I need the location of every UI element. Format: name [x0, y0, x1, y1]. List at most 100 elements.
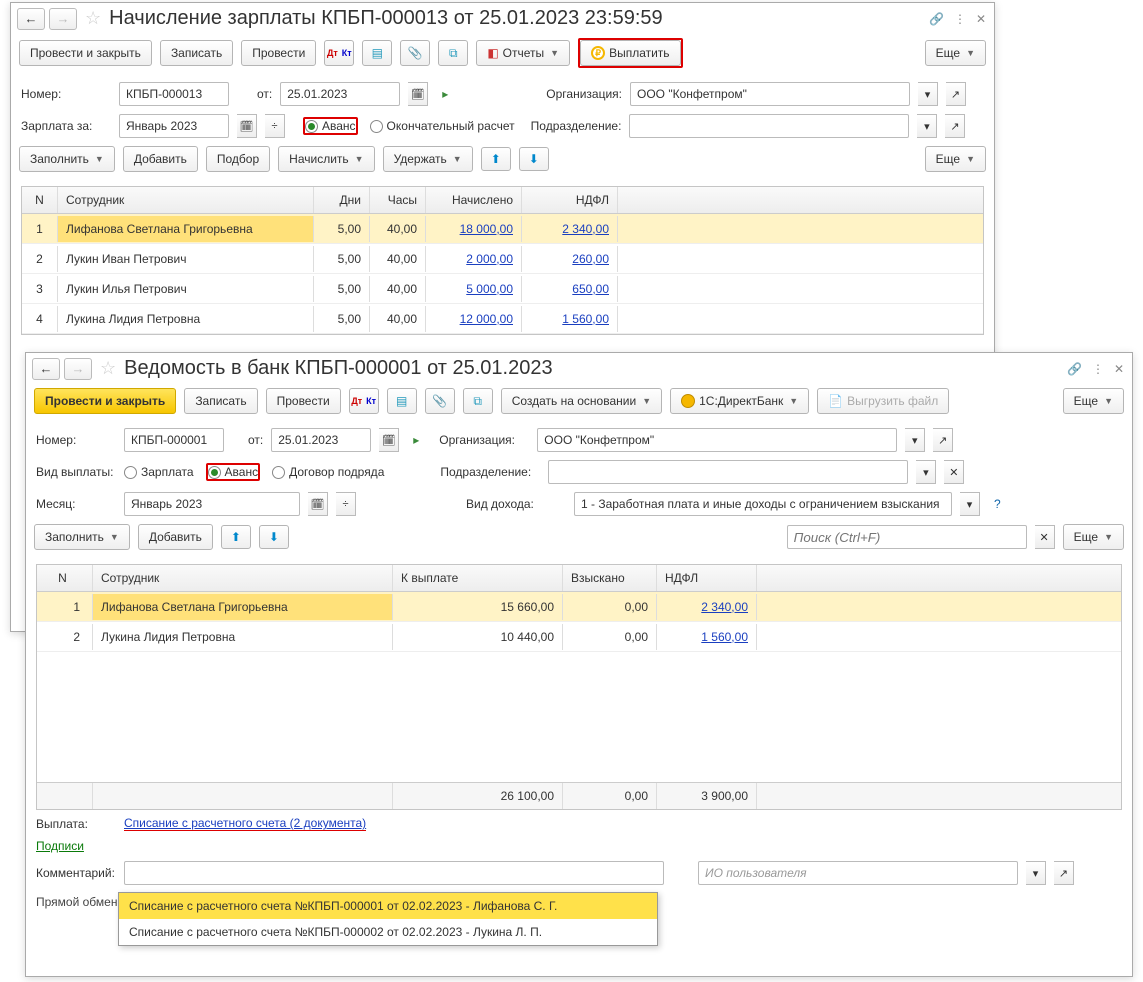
- post-close-button[interactable]: Провести и закрыть: [19, 40, 152, 66]
- col-employee[interactable]: Сотрудник: [93, 565, 393, 591]
- pay-button[interactable]: ₽ Выплатить: [580, 40, 681, 66]
- payout-link[interactable]: Списание с расчетного счета (2 документа…: [124, 816, 366, 831]
- popup-item[interactable]: Списание с расчетного счета №КПБП-000001…: [119, 893, 657, 919]
- reports-button[interactable]: ◧ Отчеты▼: [476, 40, 570, 66]
- dtkt-icon[interactable]: ДтКт: [349, 388, 379, 414]
- upload-button[interactable]: 📄 Выгрузить файл: [817, 388, 949, 414]
- post-close-button[interactable]: Провести и закрыть: [34, 388, 176, 414]
- month-input[interactable]: Январь 2023: [124, 492, 300, 516]
- dept-input[interactable]: [548, 460, 908, 484]
- radio-advance[interactable]: Аванс: [208, 465, 259, 479]
- dropdown-icon[interactable]: ▾: [905, 428, 925, 452]
- help-icon[interactable]: ?: [994, 497, 1001, 511]
- pick-button[interactable]: Подбор: [206, 146, 270, 172]
- calendar-icon[interactable]: 🗓: [408, 82, 428, 106]
- search-input[interactable]: [787, 525, 1027, 549]
- nav-forward[interactable]: →: [49, 8, 77, 30]
- kebab-icon[interactable]: ⋮: [1092, 362, 1104, 376]
- radio-salary[interactable]: Зарплата: [124, 465, 194, 479]
- dropdown-icon[interactable]: ▾: [960, 492, 980, 516]
- table-row[interactable]: 1Лифанова Светлана Григорьевна5,0040,001…: [22, 214, 983, 244]
- col-ndfl[interactable]: НДФЛ: [522, 187, 618, 213]
- move-down-button[interactable]: ⬇: [259, 525, 289, 549]
- more-button[interactable]: Еще▼: [925, 146, 986, 172]
- popup-item[interactable]: Списание с расчетного счета №КПБП-000002…: [119, 919, 657, 945]
- move-up-button[interactable]: ⬆: [481, 147, 511, 171]
- close-icon[interactable]: ✕: [1114, 362, 1124, 376]
- fill-button[interactable]: Заполнить▼: [19, 146, 115, 172]
- nav-back[interactable]: ←: [32, 358, 60, 380]
- calendar-icon[interactable]: 🗓: [379, 428, 399, 452]
- comment-input[interactable]: [124, 861, 664, 885]
- more-button[interactable]: Еще▼: [1063, 388, 1124, 414]
- calendar-icon[interactable]: 🗓: [308, 492, 328, 516]
- clip-icon[interactable]: 📎: [425, 388, 455, 414]
- col-days[interactable]: Дни: [314, 187, 370, 213]
- dropdown-icon[interactable]: ▾: [917, 114, 937, 138]
- star-icon[interactable]: ☆: [100, 358, 116, 379]
- nav-forward[interactable]: →: [64, 358, 92, 380]
- dtkt-icon[interactable]: ДтКт: [324, 40, 354, 66]
- org-input[interactable]: ООО "Конфетпром": [630, 82, 910, 106]
- dropdown-icon[interactable]: ▾: [916, 460, 936, 484]
- add-button[interactable]: Добавить: [123, 146, 198, 172]
- struct-icon[interactable]: ⧉: [438, 40, 468, 66]
- open-icon[interactable]: ↗: [933, 428, 953, 452]
- clear-icon[interactable]: ✕: [944, 460, 964, 484]
- calendar-icon[interactable]: 🗓: [237, 114, 257, 138]
- open-icon[interactable]: ↗: [1054, 861, 1074, 885]
- number-input[interactable]: КПБП-000001: [124, 428, 224, 452]
- directbank-button[interactable]: 1С:ДиректБанк▼: [670, 388, 809, 414]
- col-ndfl[interactable]: НДФЛ: [657, 565, 757, 591]
- table-row[interactable]: 2Лукин Иван Петрович5,0040,002 000,00260…: [22, 244, 983, 274]
- write-button[interactable]: Записать: [160, 40, 233, 66]
- post-button[interactable]: Провести: [241, 40, 316, 66]
- doc-icon[interactable]: ▤: [362, 40, 392, 66]
- org-input[interactable]: ООО "Конфетпром": [537, 428, 897, 452]
- radio-contract[interactable]: Договор подряда: [272, 465, 384, 479]
- col-hours[interactable]: Часы: [370, 187, 426, 213]
- col-n[interactable]: N: [37, 565, 93, 591]
- table-row[interactable]: 3Лукин Илья Петрович5,0040,005 000,00650…: [22, 274, 983, 304]
- date-input[interactable]: 25.01.2023: [280, 82, 400, 106]
- number-input[interactable]: КПБП-000013: [119, 82, 229, 106]
- table-row[interactable]: 1Лифанова Светлана Григорьевна15 660,000…: [37, 592, 1121, 622]
- post-button[interactable]: Провести: [266, 388, 341, 414]
- doc-icon[interactable]: ▤: [387, 388, 417, 414]
- nav-back[interactable]: ←: [17, 8, 45, 30]
- more-button[interactable]: Еще▼: [1063, 524, 1124, 550]
- struct-icon[interactable]: ⧉: [463, 388, 493, 414]
- move-down-button[interactable]: ⬇: [519, 147, 549, 171]
- dropdown-icon[interactable]: ▾: [918, 82, 938, 106]
- col-employee[interactable]: Сотрудник: [58, 187, 314, 213]
- link-icon[interactable]: 🔗: [1067, 362, 1082, 376]
- close-icon[interactable]: ✕: [976, 12, 986, 26]
- income-input[interactable]: 1 - Заработная плата и иные доходы с огр…: [574, 492, 952, 516]
- star-icon[interactable]: ☆: [85, 8, 101, 29]
- hold-button[interactable]: Удержать▼: [383, 146, 473, 172]
- write-button[interactable]: Записать: [184, 388, 257, 414]
- spinner-icon[interactable]: ÷: [265, 114, 285, 138]
- link-icon[interactable]: 🔗: [929, 12, 944, 26]
- dropdown-icon[interactable]: ▾: [1026, 861, 1046, 885]
- move-up-button[interactable]: ⬆: [221, 525, 251, 549]
- radio-final[interactable]: Окончательный расчет: [370, 119, 515, 133]
- table-row[interactable]: 2Лукина Лидия Петровна10 440,000,001 560…: [37, 622, 1121, 652]
- open-icon[interactable]: ↗: [945, 114, 965, 138]
- col-n[interactable]: N: [22, 187, 58, 213]
- dept-input[interactable]: [629, 114, 909, 138]
- fill-button[interactable]: Заполнить▼: [34, 524, 130, 550]
- add-button[interactable]: Добавить: [138, 524, 213, 550]
- col-accrued[interactable]: Начислено: [426, 187, 522, 213]
- create-from-button[interactable]: Создать на основании▼: [501, 388, 662, 414]
- col-collected[interactable]: Взыскано: [563, 565, 657, 591]
- date-input[interactable]: 25.01.2023: [271, 428, 371, 452]
- accrue-button[interactable]: Начислить▼: [278, 146, 374, 172]
- more-button[interactable]: Еще▼: [925, 40, 986, 66]
- search-clear-icon[interactable]: ✕: [1035, 525, 1055, 549]
- table-row[interactable]: 4Лукина Лидия Петровна5,0040,0012 000,00…: [22, 304, 983, 334]
- radio-advance[interactable]: Аванс: [305, 119, 356, 133]
- period-input[interactable]: Январь 2023: [119, 114, 229, 138]
- open-icon[interactable]: ↗: [946, 82, 966, 106]
- clip-icon[interactable]: 📎: [400, 40, 430, 66]
